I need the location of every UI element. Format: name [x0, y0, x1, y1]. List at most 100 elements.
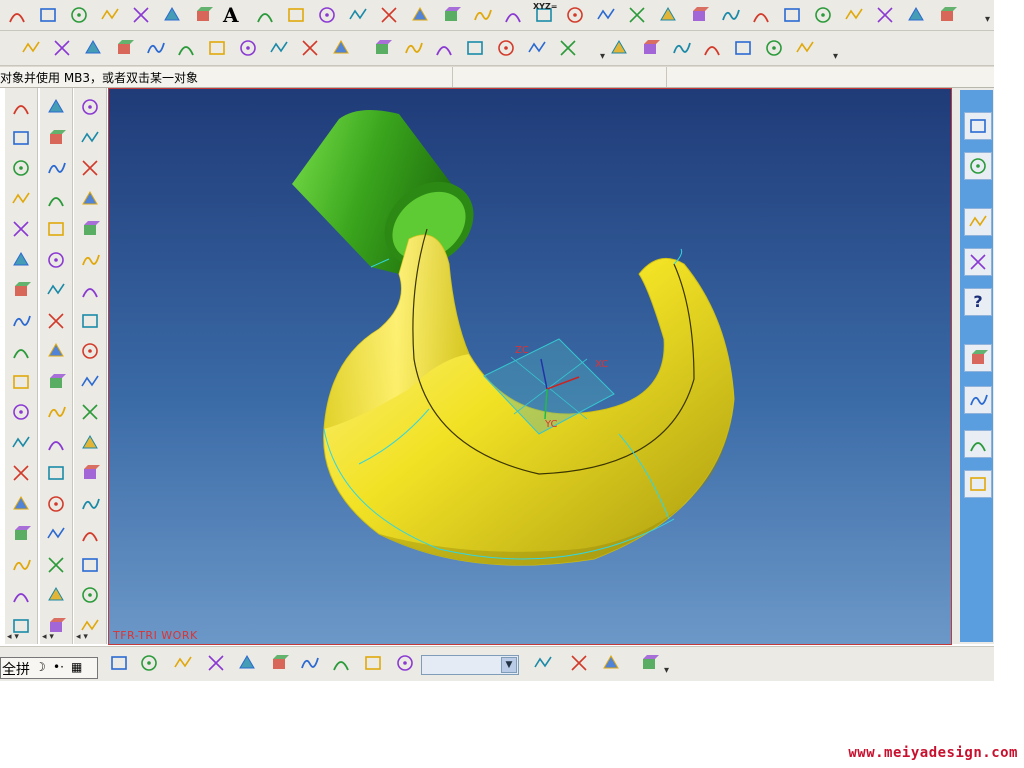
- help-icon[interactable]: ?: [964, 288, 992, 316]
- ruled-surface-icon[interactable]: [10, 188, 32, 210]
- graphics-viewport[interactable]: ZC XC YC TFR-TRI WORK: [108, 88, 952, 645]
- section-surface-icon[interactable]: [10, 310, 32, 332]
- curve-mesh-icon[interactable]: [10, 249, 32, 271]
- circle-plus-icon[interactable]: [763, 37, 785, 59]
- tools-icon[interactable]: [532, 652, 554, 674]
- history-icon[interactable]: [964, 344, 992, 372]
- extract-curve-icon[interactable]: [750, 4, 772, 26]
- point-icon[interactable]: [254, 4, 276, 26]
- cone-icon[interactable]: [45, 249, 67, 271]
- bridge-surface-icon[interactable]: [10, 340, 32, 362]
- circle-tangent-icon[interactable]: [464, 37, 486, 59]
- moon-icon[interactable]: ☽: [35, 660, 46, 674]
- slot-icon[interactable]: [45, 462, 67, 484]
- sketch-icon[interactable]: [192, 4, 214, 26]
- blend-icon[interactable]: [45, 584, 67, 606]
- perpendicular-icon[interactable]: [701, 37, 723, 59]
- part-navigator-icon[interactable]: [79, 96, 101, 118]
- revolve-icon[interactable]: [45, 127, 67, 149]
- exploded-view-icon[interactable]: [268, 652, 290, 674]
- sew-icon[interactable]: [79, 493, 101, 515]
- replace-component-icon[interactable]: [330, 652, 352, 674]
- polyline-icon[interactable]: [161, 4, 183, 26]
- law-extension-icon[interactable]: [10, 432, 32, 454]
- divide-curve-icon[interactable]: [874, 4, 896, 26]
- component-pattern-icon[interactable]: [568, 652, 590, 674]
- web-browser-icon[interactable]: [964, 208, 992, 236]
- intersection-icon[interactable]: [440, 4, 462, 26]
- mirror-curve-icon[interactable]: [843, 4, 865, 26]
- ime-mode[interactable]: 全拼: [2, 659, 30, 679]
- bridge-curve-icon[interactable]: [626, 4, 648, 26]
- from-poles-icon[interactable]: [10, 157, 32, 179]
- circle-3point-icon[interactable]: [402, 37, 424, 59]
- assembly-load-icon[interactable]: [108, 652, 130, 674]
- circle-outline-icon[interactable]: [732, 37, 754, 59]
- check-clearance-icon[interactable]: [600, 652, 622, 674]
- assembly-navigator-icon[interactable]: [964, 112, 992, 140]
- line-angle-icon[interactable]: [51, 37, 73, 59]
- hook-model[interactable]: ZC XC YC: [109, 89, 951, 644]
- boolean-intersect-icon[interactable]: [79, 340, 101, 362]
- punctuation-icon[interactable]: •·: [53, 660, 64, 674]
- offset-face-icon[interactable]: [79, 371, 101, 393]
- arc-3point-icon[interactable]: [144, 37, 166, 59]
- circle-radius-icon[interactable]: [526, 37, 548, 59]
- arc-tangent-icon[interactable]: [175, 37, 197, 59]
- line-edit-icon[interactable]: [268, 37, 290, 59]
- combined-curve-icon[interactable]: [688, 4, 710, 26]
- toolbar-overflow-icon[interactable]: ▾: [600, 51, 605, 62]
- add-component-icon[interactable]: [172, 652, 194, 674]
- pad-icon[interactable]: [45, 432, 67, 454]
- reposition-icon[interactable]: [236, 652, 258, 674]
- part-navigator-icon[interactable]: [964, 152, 992, 180]
- toolbar-overflow-icon[interactable]: ▾: [833, 51, 838, 62]
- line-icon[interactable]: [20, 37, 42, 59]
- chevron-down-icon[interactable]: ▼: [501, 657, 517, 673]
- edit-parameters-icon[interactable]: [905, 4, 927, 26]
- fillet-curve-icon[interactable]: [316, 4, 338, 26]
- training-icon[interactable]: [964, 248, 992, 276]
- toolbar-overflow-icon[interactable]: ▾: [664, 665, 669, 676]
- line-normal-icon[interactable]: [113, 37, 135, 59]
- n-sided-icon[interactable]: [10, 371, 32, 393]
- line-dash-icon[interactable]: [639, 37, 661, 59]
- trim-icon[interactable]: [471, 4, 493, 26]
- xyz-expression-icon[interactable]: XYZ=: [533, 2, 557, 26]
- arc-icon[interactable]: [6, 4, 28, 26]
- extrude-icon[interactable]: [45, 96, 67, 118]
- column-scroll-icon[interactable]: ◂ ▾: [7, 632, 19, 642]
- shell-icon[interactable]: [79, 249, 101, 271]
- offset-curve-icon[interactable]: [595, 4, 617, 26]
- link-icon[interactable]: [638, 652, 660, 674]
- circle-center-icon[interactable]: [371, 37, 393, 59]
- system-materials-icon[interactable]: [964, 386, 992, 414]
- curve-edit-icon[interactable]: [670, 37, 692, 59]
- tube-icon[interactable]: [45, 279, 67, 301]
- circle-icon[interactable]: [409, 4, 431, 26]
- column-scroll-icon[interactable]: ◂ ▾: [76, 632, 88, 642]
- ime-status[interactable]: 全拼 ☽ •· ▦: [0, 657, 98, 679]
- trim-corner-icon[interactable]: [299, 37, 321, 59]
- point-set-icon[interactable]: [285, 4, 307, 26]
- extension-icon[interactable]: [10, 401, 32, 423]
- emboss-icon[interactable]: [45, 554, 67, 576]
- helix-icon[interactable]: [37, 4, 59, 26]
- feature-icon[interactable]: [79, 157, 101, 179]
- square-circle-icon[interactable]: [433, 37, 455, 59]
- trim-body-icon[interactable]: [79, 432, 101, 454]
- block-icon[interactable]: [45, 157, 67, 179]
- point-center-icon[interactable]: [495, 37, 517, 59]
- cross-icon[interactable]: [794, 37, 816, 59]
- assembly-dropdown[interactable]: ▼: [421, 655, 519, 675]
- isoparametric-icon[interactable]: [812, 4, 834, 26]
- boolean-subtract-icon[interactable]: [79, 310, 101, 332]
- through-curves-icon[interactable]: [10, 218, 32, 240]
- quilt-icon[interactable]: [10, 584, 32, 606]
- assembly-sequence-icon[interactable]: [394, 652, 416, 674]
- simplify-icon[interactable]: [79, 554, 101, 576]
- groove-icon[interactable]: [45, 493, 67, 515]
- line-parallel-icon[interactable]: [82, 37, 104, 59]
- rectangle-icon[interactable]: [347, 4, 369, 26]
- trimmed-sheet-icon[interactable]: [10, 554, 32, 576]
